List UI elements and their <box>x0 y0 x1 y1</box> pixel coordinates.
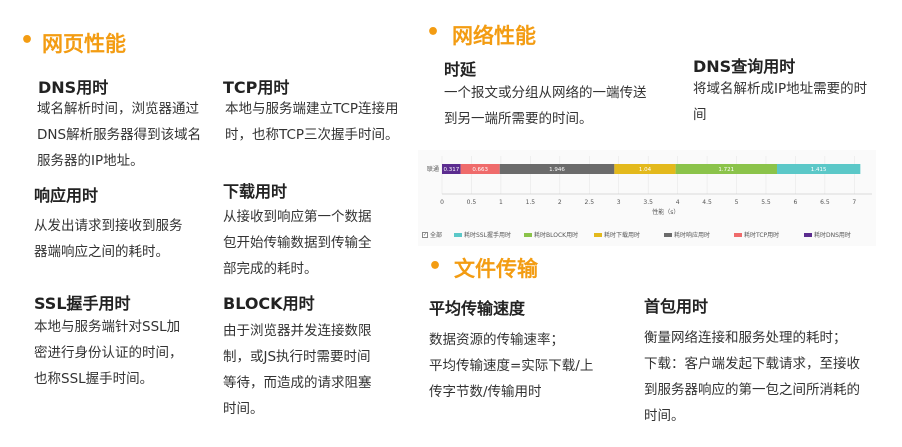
checkbox-icon[interactable]: ✓ <box>422 231 428 238</box>
latency-term: 时延 <box>444 60 477 79</box>
download-desc: 从接收到响应第一个数据 包开始传输数据到传输全 部完成的耗时。 <box>223 209 372 277</box>
net-perf-bullet: • <box>426 20 441 45</box>
avg-speed-desc: 数据资源的传输速率； 平均传输速度=实际下载/上 传字节数/传输用时 <box>429 332 594 400</box>
dns-desc: 域名解析时间，浏览器通过 DNS解析服务器得到该域名 服务器的IP地址。 <box>37 101 202 169</box>
legend-label: 耗时下载用时 <box>604 232 641 239</box>
x-axis-label: 性能（s） <box>652 208 679 216</box>
bar-value-label: 1.415 <box>811 167 827 173</box>
dns-query-desc: 将域名解析成IP地址需要的时 间 <box>693 81 868 123</box>
avg-speed-term: 平均传输速度 <box>429 299 526 318</box>
bar-value-label: 0.663 <box>472 167 488 173</box>
latency-desc: 一个报文或分组从网络的一端传送 到另一端所需要的时间。 <box>444 85 647 127</box>
x-tick-label: 3 <box>617 199 621 206</box>
x-tick-label: 6.5 <box>820 199 830 206</box>
legend-item[interactable]: 耗时响应用时 <box>664 230 710 239</box>
chart-legend: ✓ 全部 耗时SSL握手用时 耗时BLOCK用时 耗时下载用时 耗时响应用时 耗时TCP用时… <box>418 230 876 244</box>
chart-svg: 0 0.5 1 1.5 2 2.5 3 3.5 4 4.5 5 5.5 6 6.5 7 性能（s） 联通 0.31… <box>427 156 872 216</box>
x-tick-label: 2.5 <box>584 199 594 206</box>
legend-label: 耗时SSL握手用时 <box>464 232 511 239</box>
x-tick-label: 6 <box>794 199 798 206</box>
x-tick-label: 1.5 <box>526 199 536 206</box>
bar-value-label: 1.04 <box>639 167 652 173</box>
legend-item[interactable]: 耗时SSL握手用时 <box>454 230 511 239</box>
bar-value-label: 1.946 <box>549 167 565 173</box>
dns-term: DNS用时 <box>38 78 109 97</box>
ssl-term: SSL握手用时 <box>34 294 131 313</box>
legend-swatch <box>804 232 812 237</box>
ssl-desc: 本地与服务端针对SSL加 密进行身份认证的时间， 也称SSL握手时间。 <box>34 319 183 387</box>
x-tick-label: 3.5 <box>643 199 653 206</box>
tcp-desc: 本地与服务端建立TCP连接用 时，也称TCP三次握手时间。 <box>225 101 399 143</box>
x-tick-label: 4 <box>676 199 680 206</box>
file-transfer-title: 文件传输 <box>454 257 538 281</box>
block-term: BLOCK用时 <box>223 294 315 313</box>
response-desc: 从发出请求到接收到服务 器端响应之间的耗时。 <box>34 218 183 260</box>
dns-query-term: DNS查询用时 <box>693 57 796 76</box>
category-label: 联通 <box>427 165 439 173</box>
legend-swatch <box>734 232 742 237</box>
x-tick-label: 0 <box>440 199 444 206</box>
x-tick-label: 1 <box>499 199 503 206</box>
x-tick-label: 5.5 <box>761 199 771 206</box>
x-tick-label: 5 <box>735 199 739 206</box>
download-term: 下载用时 <box>223 182 288 201</box>
web-perf-title: 网页性能 <box>42 32 126 56</box>
stacked-bar-chart: 0 0.5 1 1.5 2 2.5 3 3.5 4 4.5 5 5.5 6 6.5 7 性能（s） 联通 0.31… <box>418 150 876 246</box>
x-tick-label: 2 <box>558 199 562 206</box>
bar-value-label: 0.317 <box>443 167 459 173</box>
first-packet-desc: 衡量网络连接和服务处理的耗时； 下载：客户端发起下载请求，至接收 到服务器响应的… <box>644 330 860 424</box>
file-transfer-bullet: • <box>428 254 443 279</box>
legend-swatch <box>454 232 462 237</box>
legend-item[interactable]: 耗时DNS用时 <box>804 230 851 239</box>
block-desc: 由于浏览器并发连接数限 制，或JS执行时需要时间 等待，而造成的请求阻塞 时间。 <box>223 323 372 417</box>
legend-label: 耗时DNS用时 <box>814 232 851 239</box>
x-tick-label: 4.5 <box>702 199 712 206</box>
legend-item-all[interactable]: ✓ 全部 <box>422 230 442 239</box>
legend-item[interactable]: 耗时下载用时 <box>594 230 640 239</box>
net-perf-title: 网络性能 <box>452 24 536 48</box>
legend-label: 耗时TCP用时 <box>744 232 780 239</box>
legend-label: 全部 <box>430 232 443 239</box>
legend-item[interactable]: 耗时BLOCK用时 <box>524 230 578 239</box>
first-packet-term: 首包用时 <box>644 297 709 316</box>
bar-value-label: 1.721 <box>718 167 734 173</box>
tcp-term: TCP用时 <box>223 78 290 97</box>
legend-label: 耗时BLOCK用时 <box>534 232 579 239</box>
web-perf-bullet: • <box>20 28 35 53</box>
legend-swatch <box>664 232 672 237</box>
x-tick-label: 7 <box>852 199 856 206</box>
x-tick-label: 0.5 <box>467 199 477 206</box>
legend-item[interactable]: 耗时TCP用时 <box>734 230 779 239</box>
legend-swatch <box>524 232 532 237</box>
response-term: 响应用时 <box>34 186 99 205</box>
legend-label: 耗时响应用时 <box>674 232 711 239</box>
legend-swatch <box>594 232 602 237</box>
